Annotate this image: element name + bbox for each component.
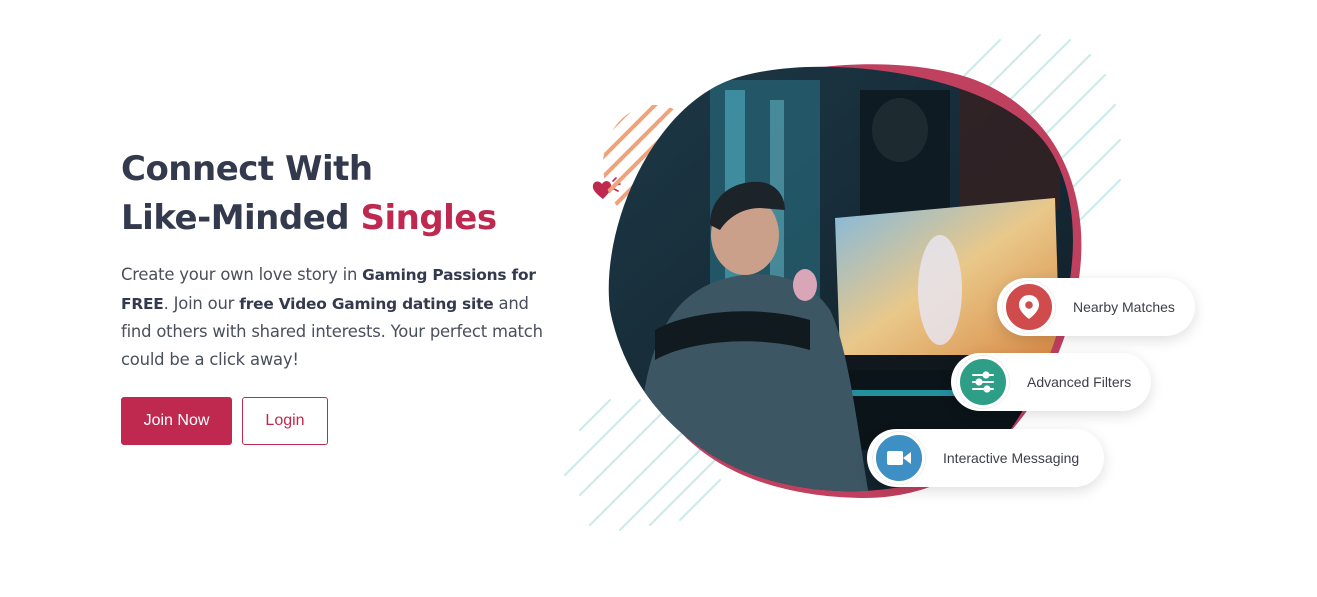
video-camera-icon (873, 432, 925, 484)
hero-description: Create your own love story in Gaming Pas… (121, 265, 543, 369)
login-button[interactable]: Login (242, 397, 328, 445)
map-pin-icon (1003, 281, 1055, 333)
description-bold-2: free Video Gaming dating site (239, 294, 494, 313)
join-now-button[interactable]: Join Now (121, 397, 232, 445)
headline-line-1: Connect With (121, 149, 373, 189)
headline-accent: Singles (360, 198, 497, 238)
feature-pill-advanced-filters: Advanced Filters (951, 353, 1151, 411)
feature-label-nearby-matches: Nearby Matches (1073, 299, 1175, 315)
hero-illustration: Nearby Matches Advanced Filters Interact… (560, 30, 1220, 550)
feature-label-interactive-messaging: Interactive Messaging (943, 450, 1080, 466)
sliders-icon (957, 356, 1009, 408)
headline-line-2: Like-Minded (121, 198, 361, 238)
feature-pill-nearby-matches: Nearby Matches (997, 278, 1195, 336)
feature-pill-interactive-messaging: Interactive Messaging (867, 429, 1104, 487)
hero-actions: Join Now Login (121, 397, 328, 445)
hero-headline: Connect With Like-Minded Singles (121, 145, 561, 243)
feature-label-advanced-filters: Advanced Filters (1027, 374, 1132, 390)
hero-text: Connect With Like-Minded Singles Create … (121, 145, 621, 373)
